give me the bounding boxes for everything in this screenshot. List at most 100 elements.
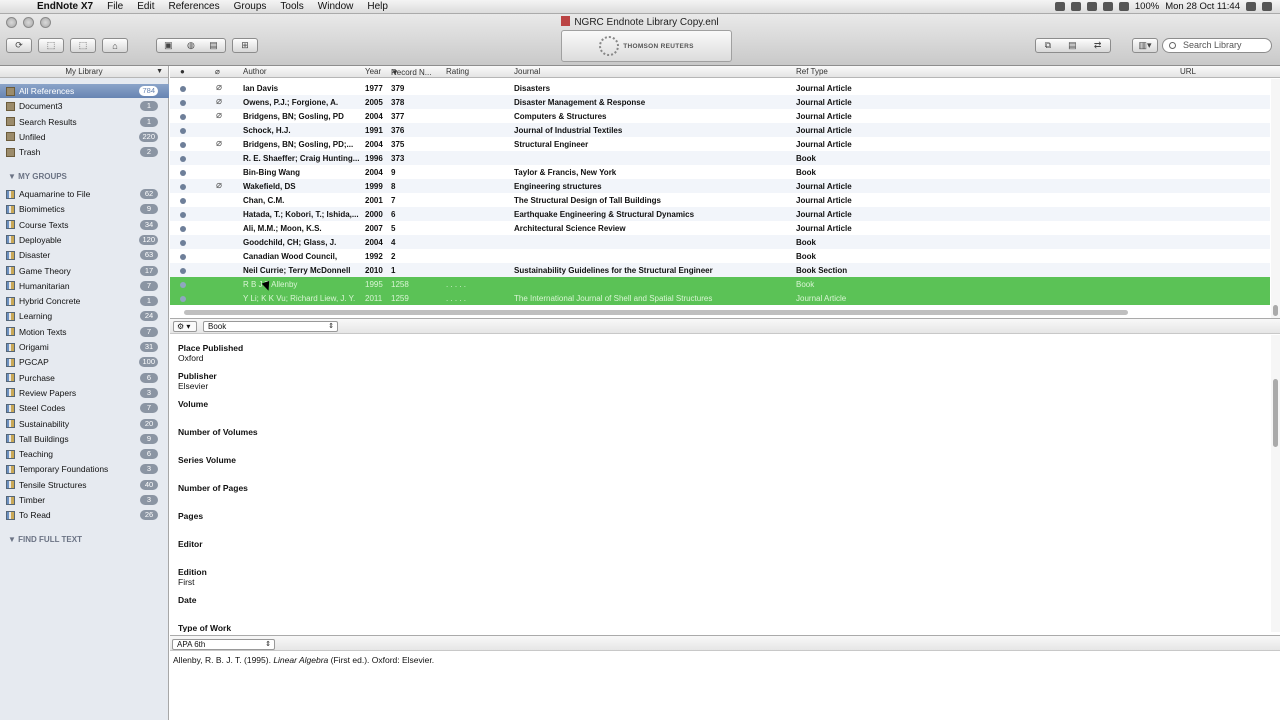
- list-vertical-scrollbar[interactable]: [1271, 79, 1280, 319]
- field-value[interactable]: [178, 605, 1078, 615]
- menu-edit[interactable]: Edit: [130, 1, 161, 12]
- menu-tools[interactable]: Tools: [273, 1, 310, 12]
- disclosure-triangle-icon[interactable]: ▼: [8, 172, 18, 181]
- sidebar-item-all-references[interactable]: All References 784: [0, 84, 169, 98]
- sidebar-item-origami[interactable]: Origami 31: [0, 340, 169, 354]
- read-status-dot-icon[interactable]: [180, 282, 186, 288]
- read-status-dot-icon[interactable]: [180, 114, 186, 120]
- table-row[interactable]: ⌀ Ian Davis 1977 379 Disasters Journal Articl…: [170, 81, 1270, 95]
- field-value[interactable]: First: [178, 577, 1078, 587]
- table-row[interactable]: ⌀ Bridgens, BN; Gosling, PD;... 2004 375 Str…: [170, 137, 1270, 151]
- sidebar-item-review-papers[interactable]: Review Papers 3: [0, 386, 169, 400]
- editor-scrollbar[interactable]: [1271, 335, 1280, 632]
- mode-selector[interactable]: ▣ ◍ ▤: [156, 38, 226, 53]
- sidebar-item-timber[interactable]: Timber 3: [0, 493, 169, 507]
- table-row[interactable]: R B J T Allenby 1995 1258 . . . . . Book: [170, 277, 1270, 291]
- scroll-thumb[interactable]: [184, 310, 1128, 315]
- read-status-dot-icon[interactable]: [180, 170, 186, 176]
- sync-button[interactable]: ⟳: [6, 38, 32, 53]
- sidebar-item-hybrid-concrete[interactable]: Hybrid Concrete 1: [0, 294, 169, 308]
- column-journal[interactable]: Journal: [514, 67, 540, 76]
- field-value[interactable]: Elsevier: [178, 381, 1078, 391]
- read-status-dot-icon[interactable]: [180, 156, 186, 162]
- sidebar-item-learning[interactable]: Learning 24: [0, 309, 169, 323]
- find-full-text-header[interactable]: ▼ FIND FULL TEXT: [8, 535, 82, 544]
- disclosure-triangle-icon[interactable]: ▼: [8, 535, 18, 544]
- read-status-column-icon[interactable]: ●: [180, 67, 185, 76]
- table-row[interactable]: Ali, M.M.; Moon, K.S. 2007 5 Architectural …: [170, 221, 1270, 235]
- import-button[interactable]: ⬚: [38, 38, 64, 53]
- output-style-select[interactable]: APA 6th ⇕: [172, 639, 275, 650]
- field-value[interactable]: [178, 493, 1078, 503]
- read-status-dot-icon[interactable]: [180, 100, 186, 106]
- menu-window[interactable]: Window: [311, 1, 361, 12]
- sidebar-item-aquamarine-to-file[interactable]: Aquamarine to File 62: [0, 187, 169, 201]
- field-value[interactable]: [178, 465, 1078, 475]
- menu-references[interactable]: References: [161, 1, 226, 12]
- attachment-paperclip-icon[interactable]: ⌀: [216, 96, 222, 107]
- sidebar-item-humanitarian[interactable]: Humanitarian 7: [0, 279, 169, 293]
- sidebar-item-disaster[interactable]: Disaster 63: [0, 248, 169, 262]
- sidebar-item-biomimetics[interactable]: Biomimetics 9: [0, 202, 169, 216]
- sidebar-item-trash[interactable]: Trash 2: [0, 145, 169, 159]
- read-status-dot-icon[interactable]: [180, 212, 186, 218]
- online-search-mode-icon[interactable]: ◍: [187, 40, 195, 51]
- sidebar-item-search-results[interactable]: Search Results 1: [0, 115, 169, 129]
- sidebar-item-motion-texts[interactable]: Motion Texts 7: [0, 325, 169, 339]
- library-header[interactable]: My Library ▼: [0, 66, 168, 78]
- column-ref-type[interactable]: Ref Type: [796, 67, 828, 76]
- table-row[interactable]: ⌀ Wakefield, DS 1999 8 Engineering structure…: [170, 179, 1270, 193]
- menu-help[interactable]: Help: [360, 1, 395, 12]
- field-value[interactable]: [178, 409, 1078, 419]
- table-row[interactable]: Hatada, T.; Kobori, T.; Ishida,... 2000 6 E…: [170, 207, 1270, 221]
- table-row[interactable]: Neil Currie; Terry McDonnell 2010 1 Sustain…: [170, 263, 1270, 277]
- sidebar-item-teaching[interactable]: Teaching 6: [0, 447, 169, 461]
- column-year[interactable]: Year: [365, 67, 381, 76]
- sidebar-item-unfiled[interactable]: Unfiled 220: [0, 130, 169, 144]
- menu-app-name[interactable]: EndNote X7: [30, 1, 100, 12]
- chevron-down-icon[interactable]: ▼: [156, 66, 163, 77]
- integrated-library-mode-icon[interactable]: ▤: [209, 40, 218, 51]
- search-library-field[interactable]: Search Library: [1162, 38, 1272, 53]
- new-reference-button[interactable]: ⊞: [232, 38, 258, 53]
- volume-icon[interactable]: [1102, 2, 1113, 11]
- column-url[interactable]: URL: [1180, 67, 1196, 76]
- wifi-icon[interactable]: [1070, 2, 1081, 11]
- attachment-paperclip-icon[interactable]: ⌀: [216, 138, 222, 149]
- clock[interactable]: Mon 28 Oct 11:44: [1165, 1, 1240, 12]
- gear-menu-button[interactable]: ⚙ ▾: [173, 321, 197, 332]
- attachment-paperclip-icon[interactable]: ⌀: [216, 82, 222, 93]
- sidebar-item-game-theory[interactable]: Game Theory 17: [0, 264, 169, 278]
- table-row[interactable]: Y Li; K K Vu; Richard Liew, J. Y. 2011 125…: [170, 291, 1270, 305]
- sidebar-item-steel-codes[interactable]: Steel Codes 7: [0, 401, 169, 415]
- sidebar-item-sustainability[interactable]: Sustainability 20: [0, 417, 169, 431]
- spotlight-icon[interactable]: [1246, 2, 1256, 11]
- table-row[interactable]: Canadian Wood Council, 1992 2 Book: [170, 249, 1270, 263]
- layout-button[interactable]: ▥▾: [1132, 38, 1158, 53]
- sidebar-item-course-texts[interactable]: Course Texts 34: [0, 218, 169, 232]
- flag-icon[interactable]: [1118, 2, 1129, 11]
- sidebar-item-purchase[interactable]: Purchase 6: [0, 371, 169, 385]
- read-status-dot-icon[interactable]: [180, 128, 186, 134]
- read-status-dot-icon[interactable]: [180, 86, 186, 92]
- read-status-dot-icon[interactable]: [180, 296, 186, 302]
- column-author[interactable]: Author: [243, 67, 267, 76]
- field-value[interactable]: Oxford: [178, 353, 1078, 363]
- attachment-paperclip-icon[interactable]: ⌀: [216, 180, 222, 191]
- scroll-thumb[interactable]: [1273, 379, 1278, 447]
- field-value[interactable]: [178, 549, 1078, 559]
- column-rating[interactable]: Rating: [446, 67, 469, 76]
- local-library-mode-icon[interactable]: ▣: [164, 40, 173, 51]
- sidebar-item-deployable[interactable]: Deployable 120: [0, 233, 169, 247]
- sidebar-item-tall-buildings[interactable]: Tall Buildings 9: [0, 432, 169, 446]
- field-value[interactable]: [178, 437, 1078, 447]
- read-status-dot-icon[interactable]: [180, 184, 186, 190]
- attachment-column-icon[interactable]: ⌀: [215, 67, 220, 76]
- sidebar-item-temporary-foundations[interactable]: Temporary Foundations 3: [0, 462, 169, 476]
- sidebar-item-pgcap[interactable]: PGCAP 100: [0, 355, 169, 369]
- table-row[interactable]: ⌀ Owens, P.J.; Forgione, A. 2005 378 Disaste…: [170, 95, 1270, 109]
- sidebar-item-tensile-structures[interactable]: Tensile Structures 40: [0, 478, 169, 492]
- table-row[interactable]: Schock, H.J. 1991 376 Journal of Industrial…: [170, 123, 1270, 137]
- bluetooth-icon[interactable]: [1086, 2, 1097, 11]
- sidebar-item-to-read[interactable]: To Read 26: [0, 508, 169, 522]
